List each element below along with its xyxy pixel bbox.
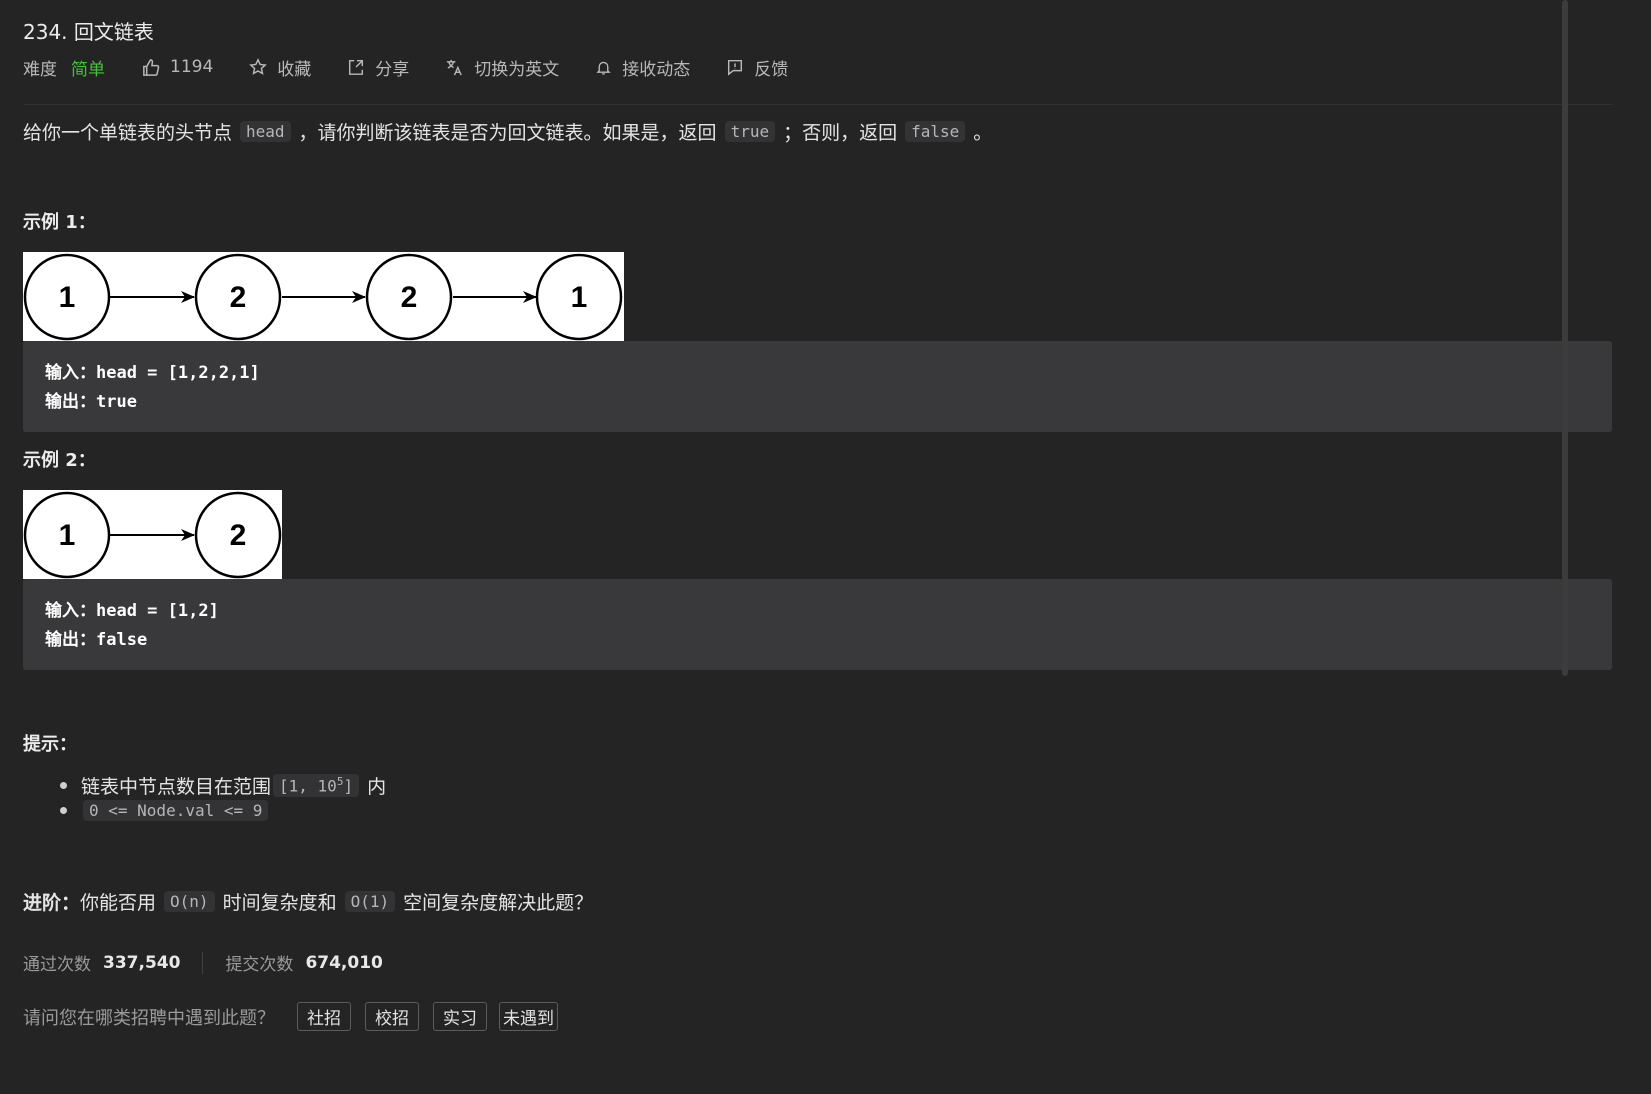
interview-question-text: 请问您在哪类招聘中遇到此题？ xyxy=(23,1007,275,1029)
input-label: 输入： xyxy=(45,601,96,621)
list-node-value: 2 xyxy=(230,281,247,314)
switch-language-button[interactable]: 切换为英文 xyxy=(445,55,559,80)
problem-meta-bar: 难度 简单 1194 收藏 分享 切换为英文 接收动态 反馈 xyxy=(23,54,824,80)
share-button[interactable]: 分享 xyxy=(347,55,409,80)
output-value: false xyxy=(96,630,148,650)
inline-code: O(n) xyxy=(164,891,215,912)
inline-code: [1, 105] xyxy=(273,774,360,797)
inline-code: 0 <= Node.val <= 9 xyxy=(83,800,269,821)
difficulty-label: 难度 xyxy=(23,59,57,80)
inline-code: true xyxy=(724,121,776,142)
hint-text: 内 xyxy=(367,776,387,798)
hint-text: 链表中节点数目在范围 xyxy=(81,776,272,798)
code-text: ] xyxy=(343,776,354,796)
inline-code: head xyxy=(240,121,291,142)
output-value: true xyxy=(96,392,137,412)
stats-divider xyxy=(202,951,204,974)
likes-count: 1194 xyxy=(170,57,214,77)
input-label: 输入： xyxy=(45,363,96,383)
tag-social-hiring[interactable]: 社招 xyxy=(297,1002,351,1031)
submission-stats: 通过次数 337,540 提交次数 674,010 xyxy=(23,950,383,975)
advanced-text: 空间复杂度解决此题？ xyxy=(403,892,594,914)
interview-question: 请问您在哪类招聘中遇到此题？ 社招 校招 实习 未遇到 xyxy=(23,1002,558,1031)
scrollbar[interactable] xyxy=(1562,0,1568,676)
example-input-line: 输入：head = [1,2,2,1] xyxy=(45,358,260,383)
star-icon xyxy=(249,58,268,75)
list-node-value: 2 xyxy=(230,519,247,552)
submitted-label: 提交次数 xyxy=(225,955,294,975)
inline-code: O(1) xyxy=(344,891,396,912)
output-label: 输出： xyxy=(45,630,96,650)
description-text: ，请你判断该链表是否为回文链表。如果是，返回 xyxy=(298,122,717,144)
subscribe-label: 接收动态 xyxy=(622,59,691,80)
header-divider xyxy=(23,104,1613,105)
code-text: [1, 10 xyxy=(279,776,337,796)
list-node-value: 2 xyxy=(401,281,418,314)
subscribe-button[interactable]: 接收动态 xyxy=(595,55,690,80)
difficulty-value: 简单 xyxy=(71,59,105,80)
favorite-label: 收藏 xyxy=(277,59,312,80)
advanced-text: 时间复杂度和 xyxy=(222,892,337,914)
submitted-value: 674,010 xyxy=(305,952,383,973)
bell-icon xyxy=(596,61,611,75)
list-node-value: 1 xyxy=(59,281,76,314)
inline-code: false xyxy=(905,121,966,142)
problem-title: 234. 回文链表 xyxy=(23,20,154,44)
translate-icon xyxy=(447,59,463,75)
feedback-label: 反馈 xyxy=(754,59,789,80)
bullet-icon xyxy=(60,807,67,814)
tag-internship[interactable]: 实习 xyxy=(433,1002,487,1031)
list-node-value: 1 xyxy=(571,281,588,314)
hint-item: 0 <= Node.val <= 9 xyxy=(60,800,276,821)
like-button[interactable]: 1194 xyxy=(141,57,213,77)
bullet-icon xyxy=(60,782,67,789)
example-1-image: 1 2 2 1 xyxy=(23,252,624,341)
example-2-heading: 示例 2： xyxy=(23,450,96,471)
description-text: 。 xyxy=(973,122,993,144)
accepted-value: 337,540 xyxy=(103,952,181,973)
example-input-line: 输入：head = [1,2] xyxy=(45,596,219,621)
input-value: head = [1,2] xyxy=(96,601,219,621)
example-2-image: 1 2 xyxy=(23,490,282,579)
share-icon xyxy=(349,59,364,75)
example-1-heading: 示例 1： xyxy=(23,212,96,233)
favorite-button[interactable]: 收藏 xyxy=(249,55,311,80)
example-output-line: 输出：false xyxy=(45,625,147,650)
hints-heading: 提示： xyxy=(23,734,77,755)
hint-item: 链表中节点数目在范围 [1, 105] 内 xyxy=(60,772,386,799)
output-label: 输出： xyxy=(45,392,96,412)
linked-list-diagram: 1 2 2 1 xyxy=(23,253,623,341)
tag-campus-hiring[interactable]: 校招 xyxy=(365,1002,419,1031)
linked-list-diagram: 1 2 xyxy=(23,491,282,579)
feedback-button[interactable]: 反馈 xyxy=(726,55,788,80)
description-text: ；否则，返回 xyxy=(783,122,898,144)
list-node-value: 1 xyxy=(59,519,76,552)
accepted-label: 通过次数 xyxy=(23,955,91,975)
feedback-icon xyxy=(728,59,743,76)
description-text: 给你一个单链表的头节点 xyxy=(23,122,233,144)
advanced-label: 进阶： xyxy=(23,892,81,914)
input-value: head = [1,2,2,1] xyxy=(96,363,260,383)
tag-not-encountered[interactable]: 未遇到 xyxy=(499,1002,558,1031)
thumbs-up-icon xyxy=(143,58,160,76)
example-1-code-block: 输入：head = [1,2,2,1] 输出：true xyxy=(23,341,1612,432)
share-label: 分享 xyxy=(375,59,410,80)
example-2-code-block: 输入：head = [1,2] 输出：false xyxy=(23,579,1612,670)
advanced-section: 进阶： 你能否用 O(n) 时间复杂度和 O(1) 空间复杂度解决此题？ xyxy=(23,888,593,915)
example-output-line: 输出：true xyxy=(45,387,137,412)
problem-description: 给你一个单链表的头节点 head ，请你判断该链表是否为回文链表。如果是，返回 … xyxy=(23,118,992,145)
advanced-text: 你能否用 xyxy=(80,892,157,914)
switch-language-label: 切换为英文 xyxy=(474,59,560,80)
